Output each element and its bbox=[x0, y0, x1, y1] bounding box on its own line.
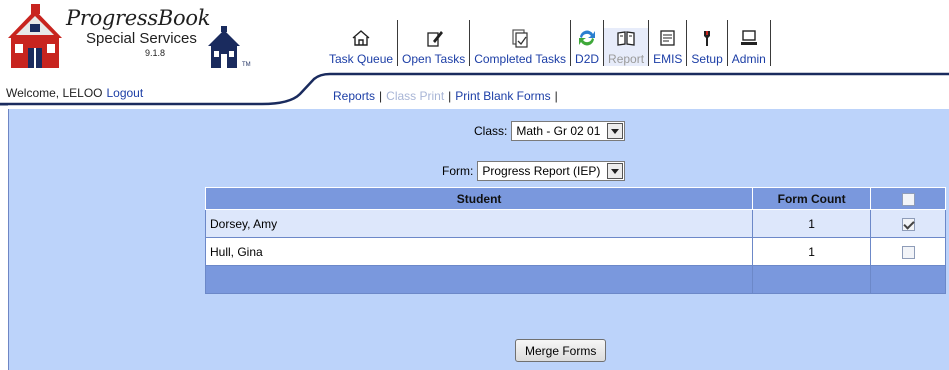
logo: ProgressBook Special Services 9.1.8 TM bbox=[6, 0, 276, 84]
class-select-value: Math - Gr 02 01 bbox=[516, 124, 601, 138]
class-label: Class: bbox=[474, 124, 508, 138]
footer-cell bbox=[752, 265, 872, 294]
row-select-cell bbox=[870, 237, 946, 266]
footer-cell bbox=[870, 265, 946, 294]
subnav-class-print[interactable]: Class Print bbox=[386, 89, 444, 103]
chevron-down-icon[interactable] bbox=[607, 163, 624, 179]
form-select[interactable]: Progress Report (IEP) bbox=[477, 161, 626, 181]
main-nav-toolbar: Task Queue Open Tasks Completed Tasks D2… bbox=[325, 6, 771, 66]
subnav-divider: | bbox=[448, 89, 452, 103]
trademark-mark: TM bbox=[242, 62, 251, 68]
computer-icon bbox=[740, 30, 757, 45]
nav-admin-label: Admin bbox=[731, 52, 766, 66]
header-student: Student bbox=[204, 187, 754, 210]
app-title: ProgressBook bbox=[66, 6, 211, 30]
nav-d2d-label: D2D bbox=[575, 52, 600, 66]
nav-open-tasks-label: Open Tasks bbox=[402, 52, 466, 66]
table-row: Dorsey, Amy 1 bbox=[204, 209, 946, 238]
edit-document-icon bbox=[426, 31, 443, 47]
table-row: Hull, Gina 1 bbox=[204, 237, 946, 266]
logout-link[interactable]: Logout bbox=[106, 86, 143, 100]
small-schoolhouse-icon bbox=[208, 26, 240, 68]
header-select-all bbox=[870, 187, 946, 210]
table-footer-row bbox=[204, 265, 946, 294]
table-header-row: Student Form Count bbox=[204, 187, 946, 210]
wrench-icon bbox=[704, 31, 711, 46]
nav-task-queue-label: Task Queue bbox=[329, 52, 394, 66]
class-select[interactable]: Math - Gr 02 01 bbox=[511, 121, 626, 141]
row-checkbox[interactable] bbox=[901, 217, 915, 231]
nav-separator bbox=[769, 20, 771, 66]
merge-forms-button[interactable]: Merge Forms bbox=[515, 339, 607, 362]
emis-document-icon bbox=[660, 30, 675, 46]
schoolhouse-logo-icon bbox=[8, 4, 62, 68]
subnav-divider: | bbox=[379, 89, 383, 103]
app-version: 9.1.8 bbox=[145, 48, 166, 58]
nav-setup-label: Setup bbox=[691, 52, 723, 66]
class-filter: Class: Math - Gr 02 01 bbox=[474, 121, 626, 141]
subnav-reports[interactable]: Reports bbox=[333, 89, 375, 103]
completed-document-icon bbox=[512, 29, 528, 48]
nav-admin[interactable]: Admin bbox=[728, 28, 770, 66]
form-label: Form: bbox=[442, 164, 474, 178]
nav-completed-tasks[interactable]: Completed Tasks bbox=[470, 28, 570, 66]
form-filter: Form: Progress Report (IEP) bbox=[442, 161, 626, 181]
report-book-icon bbox=[617, 31, 635, 46]
house-icon bbox=[352, 30, 370, 46]
app-subtitle: Special Services bbox=[86, 30, 197, 47]
student-name: Hull, Gina bbox=[204, 237, 754, 266]
subnav-print-blank-forms[interactable]: Print Blank Forms bbox=[455, 89, 550, 103]
nav-task-queue[interactable]: Task Queue bbox=[325, 28, 397, 66]
report-subnav: Reports | Class Print | Print Blank Form… bbox=[333, 89, 558, 103]
nav-completed-tasks-label: Completed Tasks bbox=[474, 52, 567, 66]
nav-emis[interactable]: EMIS bbox=[649, 28, 686, 66]
nav-report[interactable]: Report bbox=[604, 28, 649, 66]
nav-d2d[interactable]: D2D bbox=[571, 28, 603, 66]
nav-open-tasks[interactable]: Open Tasks bbox=[398, 28, 469, 66]
welcome-text: Welcome, LELOO bbox=[6, 86, 103, 100]
select-all-checkbox[interactable] bbox=[901, 192, 915, 206]
app-header: ProgressBook Special Services 9.1.8 TM W… bbox=[0, 0, 949, 110]
sync-arrows-icon bbox=[579, 30, 596, 46]
nav-emis-label: EMIS bbox=[653, 52, 683, 66]
footer-cell bbox=[204, 265, 754, 294]
welcome-bar: Welcome, LELOO Logout bbox=[0, 83, 143, 103]
row-select-cell bbox=[870, 209, 946, 238]
form-count: 1 bbox=[752, 209, 872, 238]
form-count: 1 bbox=[752, 237, 872, 266]
chevron-down-icon[interactable] bbox=[607, 123, 624, 139]
nav-report-label: Report bbox=[608, 52, 645, 66]
row-checkbox[interactable] bbox=[901, 245, 915, 259]
student-name: Dorsey, Amy bbox=[204, 209, 754, 238]
subnav-divider: | bbox=[554, 89, 558, 103]
student-table: Student Form Count Dorsey, Amy 1 Hull, G… bbox=[204, 187, 946, 294]
header-form-count: Form Count bbox=[752, 187, 872, 210]
nav-setup[interactable]: Setup bbox=[687, 28, 726, 66]
form-select-value: Progress Report (IEP) bbox=[482, 164, 601, 178]
class-print-panel: Class: Math - Gr 02 01 Form: Progress Re… bbox=[8, 109, 949, 370]
